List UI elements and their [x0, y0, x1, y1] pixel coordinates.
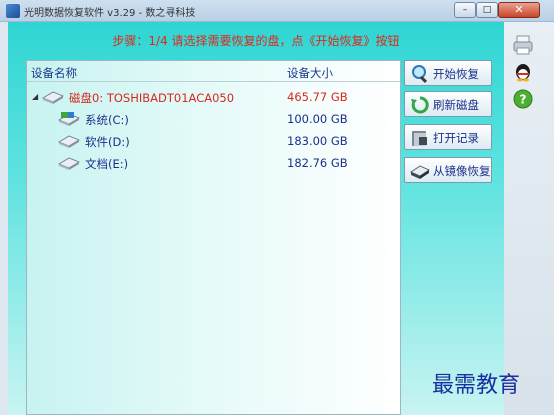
- refresh-disk-label: 刷新磁盘: [433, 98, 479, 112]
- main-panel: 步骤：1/4 请选择需要恢复的盘，点《开始恢复》按钮 设备名称 设备大小 ◢ 磁…: [8, 22, 504, 415]
- watermark-text: 最需教育: [432, 373, 521, 398]
- app-icon: [6, 4, 20, 18]
- disk-image-icon: [410, 165, 430, 179]
- partition-row-e[interactable]: 文档(E:) 182.76 GB: [27, 153, 400, 173]
- open-record-button[interactable]: 打开记录: [404, 124, 492, 150]
- collapse-triangle-icon[interactable]: ◢: [32, 92, 38, 101]
- partition-size-c: 100.00 GB: [287, 112, 348, 126]
- partition-row-c[interactable]: 系统(C:) 100.00 GB: [27, 109, 400, 129]
- window-title: 光明数据恢复软件 v3.29 - 数之寻科技: [24, 8, 196, 19]
- qq-icon[interactable]: [512, 60, 534, 82]
- drive-icon: [58, 135, 80, 148]
- header-divider: [27, 81, 400, 82]
- folder-record-icon: [412, 131, 427, 146]
- close-button[interactable]: ✕: [498, 2, 540, 18]
- device-list: 设备名称 设备大小 ◢ 磁盘0: TOSHIBADT01ACA050 465.7…: [26, 60, 401, 415]
- step-instruction: 步骤：1/4 请选择需要恢复的盘，点《开始恢复》按钮: [112, 34, 400, 48]
- svg-text:?: ?: [520, 93, 527, 107]
- disk-name: 磁盘0: TOSHIBADT01ACA050: [69, 91, 235, 105]
- start-recovery-button[interactable]: 开始恢复: [404, 60, 492, 86]
- partition-name-e: 文档(E:): [85, 157, 129, 171]
- printer-icon[interactable]: [512, 34, 534, 56]
- partition-size-e: 182.76 GB: [287, 156, 348, 170]
- disk-row[interactable]: ◢ 磁盘0: TOSHIBADT01ACA050 465.77 GB: [27, 87, 400, 107]
- system-drive-icon: [58, 112, 80, 126]
- partition-name-c: 系统(C:): [85, 113, 129, 127]
- maximize-button[interactable]: □: [476, 2, 498, 18]
- open-record-label: 打开记录: [433, 131, 479, 145]
- disk-size: 465.77 GB: [287, 90, 348, 104]
- column-header-size[interactable]: 设备大小: [287, 65, 333, 81]
- restore-from-image-button[interactable]: 从镜像恢复: [404, 157, 492, 183]
- side-toolbar: ?: [504, 22, 554, 415]
- title-bar: 光明数据恢复软件 v3.29 - 数之寻科技 – □ ✕: [0, 0, 554, 22]
- partition-row-d[interactable]: 软件(D:) 183.00 GB: [27, 131, 400, 151]
- partition-name-d: 软件(D:): [85, 135, 130, 149]
- partition-size-d: 183.00 GB: [287, 134, 348, 148]
- drive-icon: [58, 157, 80, 170]
- column-header-name[interactable]: 设备名称: [31, 65, 77, 81]
- restore-from-image-label: 从镜像恢复: [433, 164, 491, 178]
- start-recovery-label: 开始恢复: [433, 67, 479, 81]
- refresh-icon: [411, 96, 429, 114]
- minimize-button[interactable]: –: [454, 2, 476, 18]
- magnifier-icon: [412, 65, 428, 84]
- hard-disk-icon: [42, 91, 64, 104]
- help-icon[interactable]: ?: [512, 88, 534, 110]
- refresh-disk-button[interactable]: 刷新磁盘: [404, 91, 492, 117]
